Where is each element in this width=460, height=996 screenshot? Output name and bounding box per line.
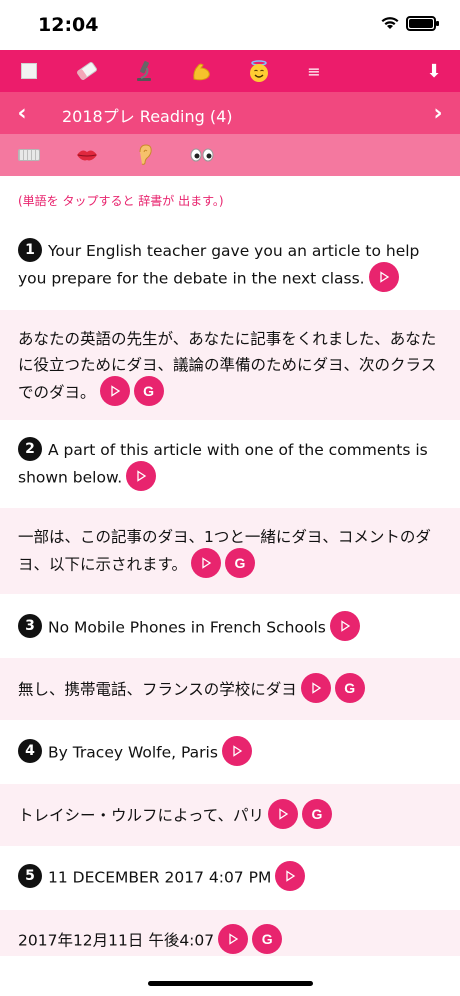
sentence-text-jp[interactable]: 無し、携帯電話、フランスの学校にダヨ [18, 681, 297, 699]
eraser-icon[interactable] [66, 50, 108, 92]
keyboard-icon[interactable] [16, 134, 42, 176]
sentence-jp-4[interactable]: トレイシー・ウルフによって、パリ G [0, 784, 460, 846]
sentence-en-5[interactable]: 5 11 DECEMBER 2017 4:07 PM [0, 848, 460, 908]
play-button[interactable] [329, 611, 360, 641]
sentence-number: 5 [18, 864, 42, 888]
google-translate-button[interactable]: G [224, 548, 255, 578]
sentence-text-en[interactable]: By Tracey Wolfe, Paris [48, 744, 218, 762]
play-button[interactable] [300, 673, 331, 703]
sentence-text-en[interactable]: Your English teacher gave you an article… [18, 242, 419, 288]
sentence-text-en[interactable]: A part of this article with one of the c… [18, 441, 428, 487]
next-chapter-button[interactable]: › [418, 92, 458, 134]
play-button[interactable] [268, 799, 298, 829]
stop-icon[interactable] [8, 50, 50, 92]
chapter-title: 2018プレ Reading (4) [62, 107, 233, 126]
play-button[interactable] [218, 924, 249, 954]
toolbar: ≡ ⬇ [0, 50, 460, 92]
sentence-text-jp[interactable]: 2017年12月11日 午後4:07 [18, 932, 214, 950]
sentence-number: 4 [18, 739, 42, 763]
sentence-text-en[interactable]: No Mobile Phones in French Schools [48, 619, 326, 637]
menu-icon[interactable]: ≡ [293, 50, 335, 92]
sentence-en-2[interactable]: 2A part of this article with one of the … [0, 424, 460, 504]
ear-icon[interactable] [132, 134, 158, 176]
status-bar: 12:04 [0, 0, 460, 50]
navbar: ‹ 2018プレ Reading (4) › [0, 92, 460, 134]
dictionary-hint: (単語を タップすると 辞書が 出ます。) [18, 194, 224, 208]
google-translate-button[interactable]: G [252, 924, 283, 954]
sentence-jp-1[interactable]: あなたの英語の先生が、あなたに記事をくれました、あなたに役立つためにダヨ、議論の… [0, 310, 460, 420]
sentence-jp-5[interactable]: 2017年12月11日 午後4:07 G [0, 910, 460, 956]
sentence-en-4[interactable]: 4 By Tracey Wolfe, Paris [0, 722, 460, 782]
prev-chapter-button[interactable]: ‹ [2, 92, 42, 134]
sentence-en-1[interactable]: 1 Your English teacher gave you an articl… [0, 234, 460, 308]
sentence-jp-2[interactable]: 一部は、この記事のダヨ、1つと一緒にダヨ、コメントのダヨ、以下に示されます。 G [0, 508, 460, 594]
sentence-jp-3[interactable]: 無し、携帯電話、フランスの学校にダヨ G [0, 658, 460, 720]
eyes-icon[interactable] [188, 134, 216, 176]
google-translate-button[interactable]: G [334, 673, 365, 703]
mode-bar [0, 134, 460, 176]
halo-face-icon[interactable] [238, 50, 280, 92]
status-time: 12:04 [38, 14, 99, 36]
sentence-text-jp[interactable]: 一部は、この記事のダヨ、1つと一緒にダヨ、コメントのダヨ、以下に示されます。 [18, 528, 431, 574]
battery-icon [406, 16, 439, 31]
google-translate-button[interactable]: G [302, 799, 332, 829]
muscle-icon[interactable] [181, 50, 223, 92]
microscope-icon[interactable] [123, 50, 165, 92]
sentence-number: 2 [18, 436, 42, 461]
sentence-number: 3 [18, 614, 42, 638]
google-translate-button[interactable]: G [133, 376, 164, 406]
play-button[interactable] [99, 376, 130, 406]
download-icon[interactable]: ⬇ [413, 50, 455, 92]
home-indicator[interactable] [148, 981, 313, 986]
play-button[interactable] [126, 461, 157, 491]
play-button[interactable] [368, 262, 399, 292]
sentence-text-jp[interactable]: あなたの英語の先生が、あなたに記事をくれました、あなたに役立つためにダヨ、議論の… [18, 330, 436, 402]
lips-icon[interactable] [74, 134, 100, 176]
sentence-en-3[interactable]: 3 No Mobile Phones in French Schools [0, 596, 460, 656]
play-button[interactable] [275, 861, 306, 891]
play-button[interactable] [221, 736, 252, 766]
content-list: (単語を タップすると 辞書が 出ます。) 1 Your English teac… [0, 176, 460, 956]
wifi-icon [380, 15, 400, 35]
sentence-number: 1 [18, 237, 42, 262]
sentence-text-jp[interactable]: トレイシー・ウルフによって、パリ [18, 807, 264, 825]
sentence-text-en[interactable]: 11 DECEMBER 2017 4:07 PM [48, 869, 271, 887]
play-button[interactable] [190, 548, 221, 578]
